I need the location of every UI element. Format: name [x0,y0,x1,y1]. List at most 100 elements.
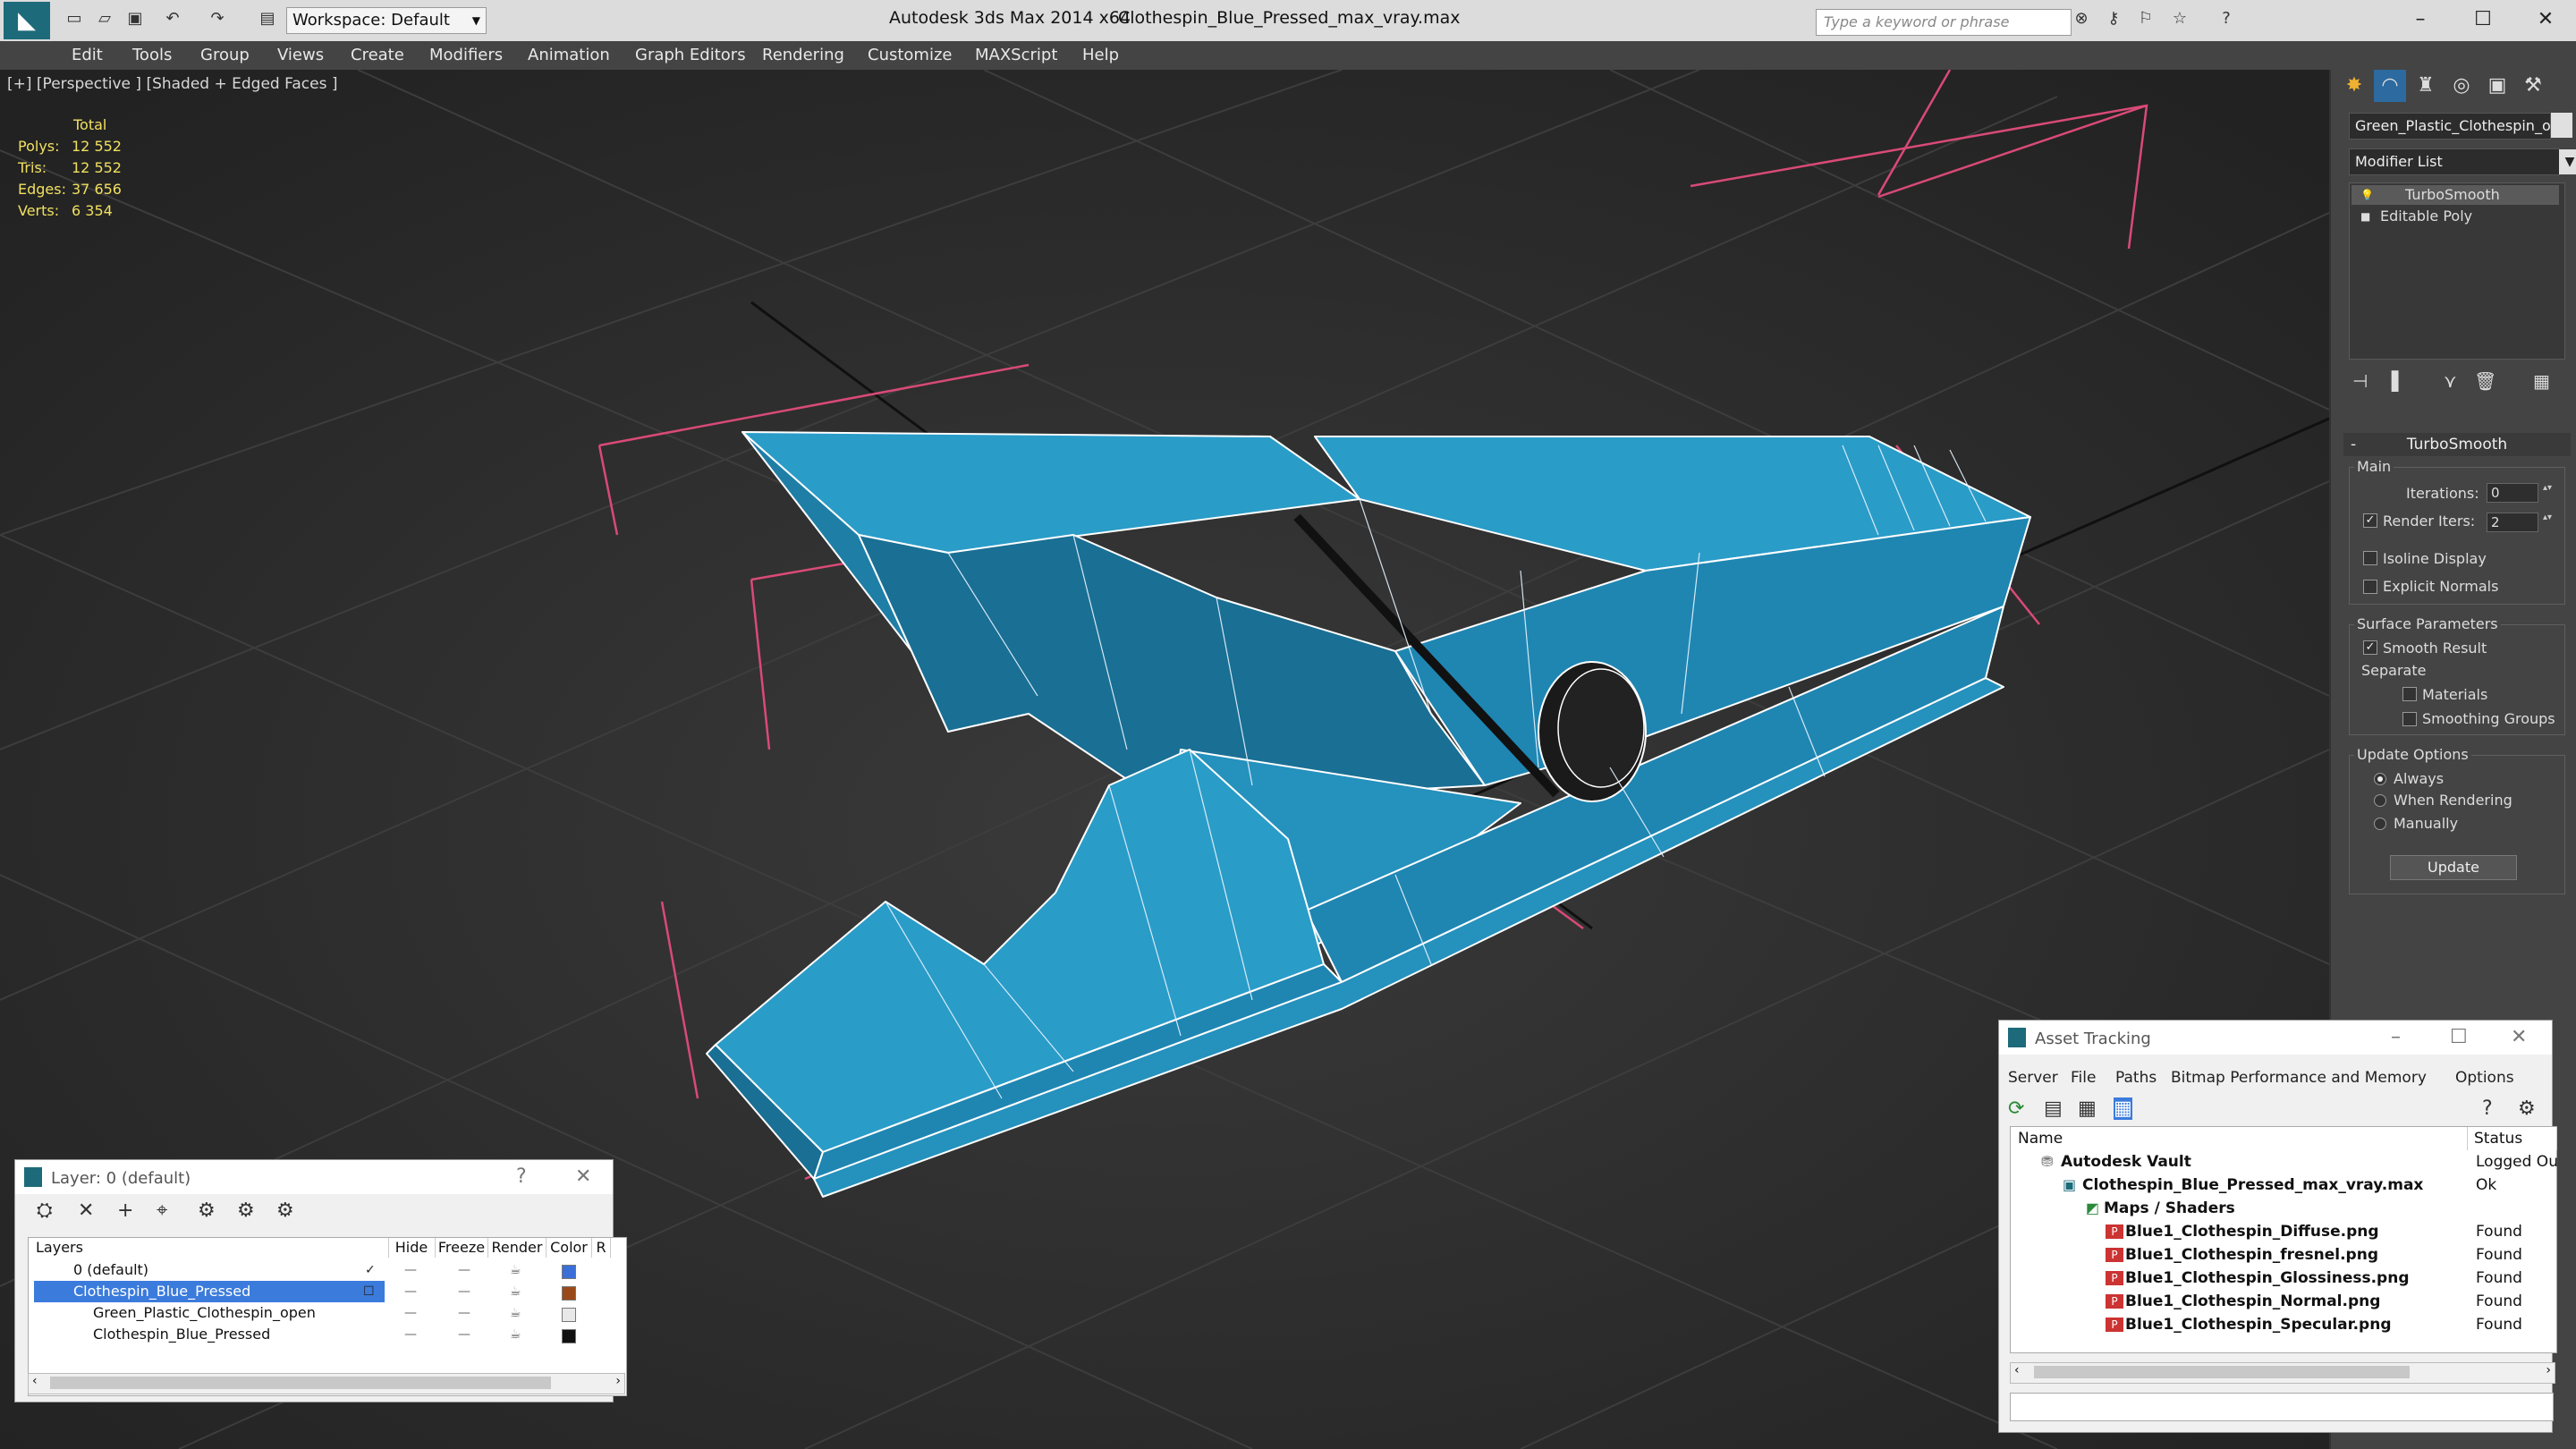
freeze-toggle[interactable]: — [458,1302,470,1324]
save-file-icon[interactable]: ▣ [123,9,147,30]
smooth-result-checkbox[interactable]: ✓ [2363,640,2377,655]
menu-rendering[interactable]: Rendering [762,46,844,64]
menu-bitmap-performance[interactable]: Bitmap Performance and Memory [2171,1069,2427,1087]
menu-modifiers[interactable]: Modifiers [429,46,503,64]
hide-all-icon[interactable]: ⚙ [237,1199,255,1222]
app-logo-icon[interactable]: ◣ [4,2,50,39]
open-file-icon[interactable]: ▱ [93,9,116,30]
menu-animation[interactable]: Animation [528,46,610,64]
menu-paths[interactable]: Paths [2115,1069,2157,1087]
motion-tab-icon[interactable]: ◎ [2445,70,2478,102]
column-header-layers[interactable]: Layers [29,1238,389,1258]
hide-toggle[interactable]: — [404,1324,417,1345]
hide-toggle[interactable]: — [404,1302,417,1324]
pin-stack-icon[interactable]: ⊣ [2352,370,2368,392]
menu-help[interactable]: Help [1082,46,1119,64]
help-icon[interactable]: ? [2215,9,2238,30]
menu-customize[interactable]: Customize [868,46,952,64]
table-view-icon[interactable]: ▦ [2114,1097,2132,1120]
undo-icon[interactable]: ↶ [161,9,184,30]
scroll-left-icon[interactable]: ‹ [32,1374,38,1388]
create-tab-icon[interactable]: ✸ [2338,70,2370,102]
utilities-tab-icon[interactable]: ⚒ [2517,70,2549,102]
workspace-dropdown[interactable]: Workspace: Default ▼ [286,7,487,34]
close-icon[interactable]: ✕ [2511,1026,2527,1048]
column-header-name[interactable]: Name [2011,1127,2468,1150]
menu-create[interactable]: Create [351,46,404,64]
layer-row[interactable]: 0 (default) ✓ — — ☕ [29,1259,610,1281]
close-icon[interactable]: ✕ [2519,4,2572,36]
maximize-icon[interactable]: ☐ [2456,4,2510,36]
scroll-left-icon[interactable]: ‹ [2014,1363,2020,1377]
configure-sets-icon[interactable]: ▦ [2533,370,2550,392]
asset-row[interactable]: P Blue1_Clothespin_Glossiness.png Found [2011,1267,2556,1290]
object-color-swatch[interactable] [2551,113,2572,138]
stack-item-editable-poly[interactable]: ■ Editable Poly [2351,207,2559,226]
asset-path-field[interactable] [2010,1393,2554,1421]
column-header-hide[interactable]: Hide [388,1238,436,1258]
render-toggle-icon[interactable]: ☕ [510,1324,521,1345]
menu-file[interactable]: File [2071,1069,2096,1087]
layer-color-swatch[interactable] [562,1265,576,1279]
iterations-spinner[interactable]: 0 [2487,483,2552,503]
modifier-list-dropdown[interactable]: Modifier List ▼ [2349,148,2576,175]
asset-row[interactable]: P Blue1_Clothespin_Normal.png Found [2011,1290,2556,1313]
display-tab-icon[interactable]: ▣ [2481,70,2513,102]
layer-color-swatch[interactable] [562,1286,576,1301]
refresh-icon[interactable]: ⟳ [2008,1097,2024,1120]
scroll-right-icon[interactable]: › [615,1374,621,1388]
minimize-icon[interactable]: – [2394,4,2447,36]
layer-row[interactable]: Clothespin_Blue_Pressed — — ☕ [29,1324,610,1345]
new-file-icon[interactable]: ▭ [63,9,86,30]
column-header-r[interactable]: R [592,1238,611,1258]
rollout-header[interactable]: - TurboSmooth [2343,433,2571,456]
scroll-thumb[interactable] [2034,1366,2410,1378]
asset-row[interactable]: ⛃ Autodesk Vault Logged Ou [2011,1150,2558,1174]
explicit-normals-checkbox[interactable] [2363,580,2377,594]
object-name-field[interactable]: Green_Plastic_Clothespin_open [2349,113,2551,140]
hide-toggle[interactable]: — [404,1281,417,1302]
modify-tab-icon[interactable]: ◠ [2374,70,2406,102]
render-toggle-icon[interactable]: ☕ [510,1302,521,1324]
layer-row[interactable]: Green_Plastic_Clothespin_open — — ☕ [29,1302,610,1324]
freeze-toggle[interactable]: — [458,1281,470,1302]
create-layer-icon[interactable]: ⛭ [37,1199,53,1222]
layer-horizontal-scrollbar[interactable]: ‹ › [28,1373,625,1394]
project-folder-icon[interactable]: ▤ [256,9,279,30]
search-input[interactable]: Type a keyword or phrase [1816,9,2072,36]
menu-options[interactable]: Options [2455,1069,2514,1087]
manually-radio[interactable] [2374,818,2386,830]
active-layer-check-icon[interactable]: ✓ [365,1259,376,1281]
minimize-icon[interactable]: – [2391,1026,2401,1048]
render-toggle-icon[interactable]: ☕ [510,1259,521,1281]
sign-in-icon[interactable]: ⚐ [2134,9,2157,30]
asset-row[interactable]: P Blue1_Clothespin_fresnel.png Found [2011,1243,2556,1267]
stack-item-turbosmooth[interactable]: 💡 TurboSmooth [2351,185,2559,205]
column-header-color[interactable]: Color [547,1238,592,1258]
materials-checkbox[interactable] [2402,687,2417,701]
asset-horizontal-scrollbar[interactable]: ‹ › [2010,1362,2555,1384]
render-iters-spinner[interactable]: 2 [2487,513,2552,532]
isoline-display-checkbox[interactable] [2363,551,2377,565]
remove-modifier-icon[interactable]: 🗑 [2474,370,2496,392]
asset-row[interactable]: ◩ Maps / Shaders [2011,1197,2556,1220]
menu-group[interactable]: Group [200,46,250,64]
always-radio[interactable] [2374,773,2386,785]
freeze-toggle[interactable]: — [458,1324,470,1345]
freeze-toggle[interactable]: — [458,1259,470,1281]
help-icon[interactable]: ? [516,1165,527,1188]
scroll-right-icon[interactable]: › [2546,1363,2551,1377]
menu-tools[interactable]: Tools [132,46,172,64]
select-objects-icon[interactable]: ⌖ [157,1199,167,1222]
hide-toggle[interactable]: — [404,1259,417,1281]
close-icon[interactable]: ✕ [575,1165,591,1188]
column-header-freeze[interactable]: Freeze [436,1238,488,1258]
column-header-render[interactable]: Render [488,1238,547,1258]
highlight-layer-icon[interactable]: ⚙ [198,1199,216,1222]
list-view-icon[interactable]: ▤ [2044,1097,2063,1120]
key-icon[interactable]: ⚷ [2102,9,2125,30]
scroll-thumb[interactable] [50,1377,551,1389]
thumbnail-view-icon[interactable]: ▦ [2078,1097,2097,1120]
column-header-status[interactable]: Status [2467,1127,2557,1150]
help-icon[interactable]: ? [2482,1097,2493,1120]
